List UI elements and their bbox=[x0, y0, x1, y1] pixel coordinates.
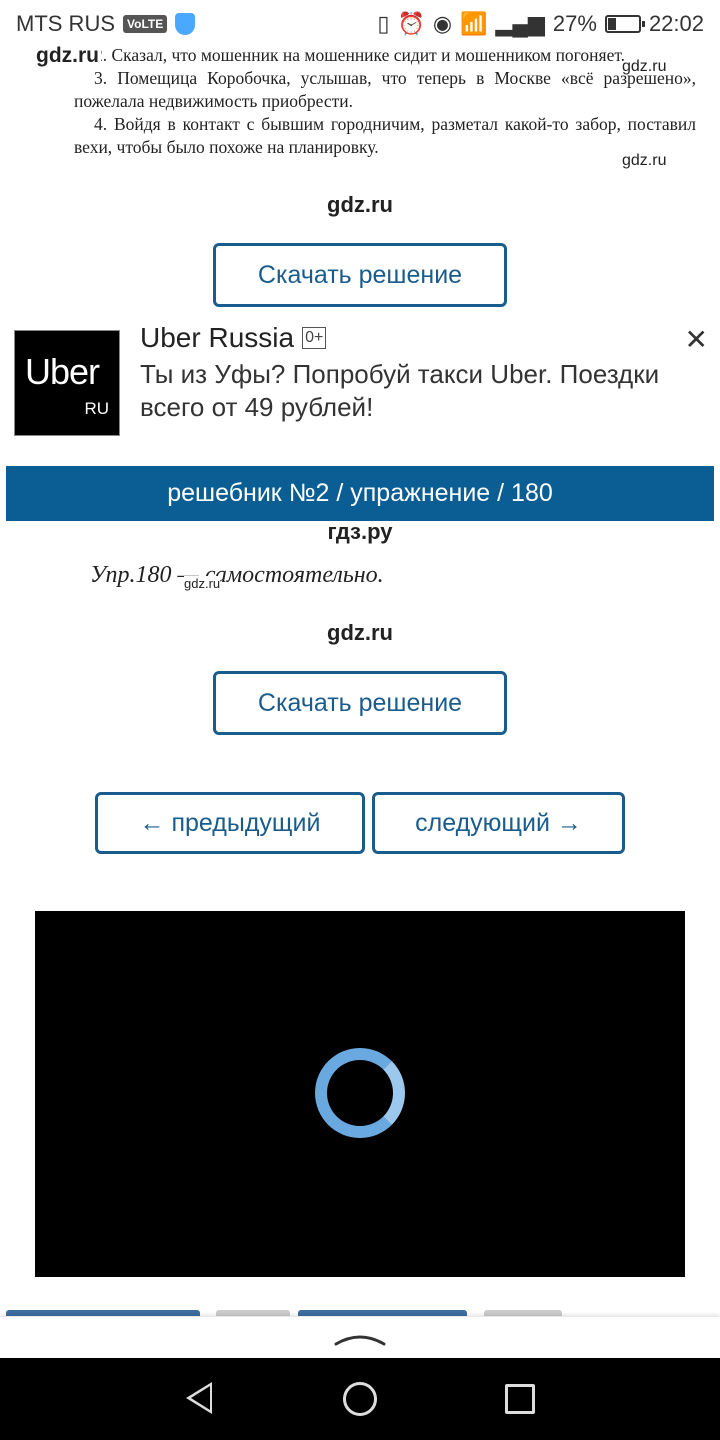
eye-icon: ◉ bbox=[432, 11, 453, 36]
doc-watermark-bold: gdz.ru bbox=[34, 44, 101, 68]
recent-apps-icon[interactable] bbox=[505, 1384, 535, 1414]
watermark-center-2: gdz.ru bbox=[327, 620, 393, 645]
scanned-document: 2. Сказал, что мошенник на мошеннике сид… bbox=[74, 44, 696, 159]
ad-title-text: Uber Russia bbox=[140, 322, 295, 353]
loading-spinner-icon bbox=[315, 1048, 405, 1138]
download-solution-button[interactable]: Скачать решение bbox=[213, 243, 507, 307]
system-nav-bar bbox=[0, 1358, 720, 1440]
volte-badge: VoLTE bbox=[123, 15, 168, 33]
clock: 22:02 bbox=[648, 11, 704, 36]
uber-logo: Uber RU bbox=[14, 330, 120, 436]
video-player[interactable] bbox=[35, 911, 685, 1277]
logo-sub: RU bbox=[84, 399, 109, 418]
ad-text: Ты из Уфы? Попробуй такси Uber. Поездки … bbox=[140, 359, 660, 422]
vibrate-icon: ▯ bbox=[377, 11, 390, 36]
battery-fill bbox=[607, 18, 616, 30]
shield-icon bbox=[175, 13, 196, 35]
signal-icon: ▂▄▆ bbox=[495, 11, 545, 36]
tab-segment bbox=[6, 1310, 200, 1316]
close-icon[interactable]: ✕ bbox=[685, 326, 708, 354]
doc-item-3: 3. Помещица Коробочка, услышав, что тепе… bbox=[74, 68, 696, 111]
status-bar: MTS RUS VoLTE ▯ ⏰ ◉ 📶 ▂▄▆ 27% 22:02 bbox=[0, 0, 720, 48]
watermark-cyrillic: гдз.ру bbox=[327, 519, 393, 544]
doc-line-2: 2. Сказал, что мошенник на мошеннике сид… bbox=[94, 45, 626, 65]
wifi-icon: 📶 bbox=[460, 11, 488, 36]
status-right: ▯ ⏰ ◉ 📶 ▂▄▆ 27% 22:02 bbox=[377, 11, 704, 37]
alarm-icon: ⏰ bbox=[397, 11, 425, 36]
tab-segment bbox=[484, 1310, 562, 1316]
answer-text: Упр.180 — самостоятельно. bbox=[90, 562, 384, 588]
ad-banner[interactable]: Uber RU Uber Russia 0+ Ты из Уфы? Попроб… bbox=[0, 320, 720, 450]
battery-percent: 27% bbox=[552, 11, 597, 36]
tab-segment bbox=[216, 1310, 290, 1316]
chevron-up-icon[interactable] bbox=[332, 1328, 388, 1348]
age-rating-badge: 0+ bbox=[302, 327, 327, 349]
watermark-center: gdz.ru bbox=[327, 192, 393, 217]
download-solution-button-2[interactable]: Скачать решение bbox=[213, 671, 507, 735]
home-icon[interactable] bbox=[343, 1382, 377, 1416]
battery-icon bbox=[604, 15, 645, 33]
carrier-name: MTS RUS bbox=[16, 11, 115, 36]
answer-inline-watermark: gdz.ru bbox=[184, 576, 221, 591]
status-left: MTS RUS VoLTE bbox=[16, 11, 196, 37]
next-button[interactable]: следующий → bbox=[372, 792, 625, 854]
doc-item-4: 4. Войдя в контакт с бывшим городничим, … bbox=[74, 114, 696, 157]
tab-segment bbox=[298, 1310, 467, 1316]
bottom-drawer[interactable] bbox=[0, 1317, 720, 1358]
ad-title: Uber Russia 0+ bbox=[140, 322, 327, 354]
section-header: решебник №2 / упражнение / 180 bbox=[6, 466, 714, 521]
doc-watermark-small-2: gdz.ru bbox=[622, 152, 667, 170]
previous-button[interactable]: ← предыдущий bbox=[95, 792, 365, 854]
logo-text: Uber bbox=[25, 351, 100, 392]
doc-watermark-small: gdz.ru bbox=[622, 58, 667, 75]
back-icon-inner bbox=[191, 1386, 210, 1410]
